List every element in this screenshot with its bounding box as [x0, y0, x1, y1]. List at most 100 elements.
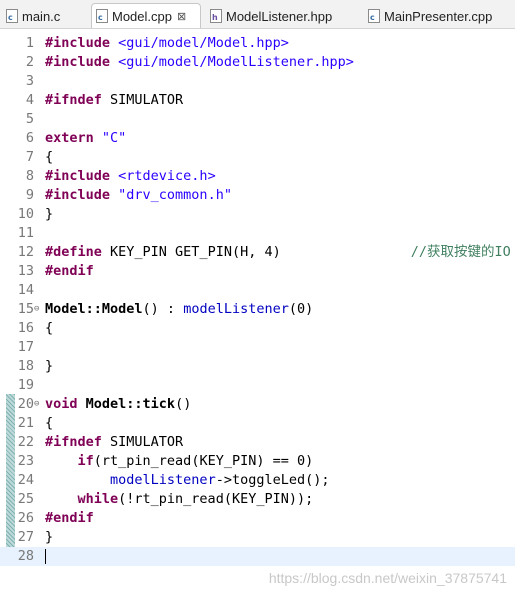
line-number: 10: [17, 206, 34, 222]
code-line: 7{: [0, 148, 515, 167]
line-number: 2: [25, 54, 34, 70]
token: ->toggleLed();: [215, 472, 330, 488]
token: #define: [45, 244, 102, 260]
line-number: 18: [17, 358, 34, 374]
code-line: 21 {: [0, 414, 515, 433]
line-number: 16: [17, 320, 34, 336]
line-number: 4: [25, 92, 34, 108]
code-line: 4 #ifndef SIMULATOR: [0, 91, 515, 110]
h-file-icon: h: [210, 9, 222, 23]
token: (): [175, 396, 192, 412]
code-line: 2 #include <gui/model/ModelListener.hpp>: [0, 53, 515, 72]
token: (!rt_pin_read(KEY_PIN));: [118, 491, 314, 507]
code-line: 15 ⊖ Model::Model() : modelListener(0): [0, 300, 515, 319]
token: #ifndef: [45, 92, 102, 108]
line-number: 21: [17, 415, 34, 431]
token: #include: [45, 187, 111, 203]
token: <gui/model/Model.hpp>: [110, 35, 289, 51]
code-line: 11: [0, 224, 515, 243]
token: (0): [288, 301, 314, 317]
token: Model::Model: [45, 301, 143, 317]
token: }: [45, 529, 54, 545]
token: <gui/model/ModelListener.hpp>: [110, 54, 354, 70]
token: () :: [142, 301, 184, 317]
token: <rtdevice.h>: [110, 168, 216, 184]
line-number: 13: [17, 263, 34, 279]
code-line: 10}: [0, 205, 515, 224]
close-tab-icon[interactable]: ⊠: [177, 10, 186, 23]
fold-toggle-icon[interactable]: ⊖: [34, 305, 39, 314]
code-line: 16 {: [0, 319, 515, 338]
token: if: [77, 453, 94, 469]
token: extern: [45, 130, 94, 146]
token: KEY_PIN GET_PIN(H, 4): [101, 244, 411, 260]
svg-text:h: h: [212, 13, 218, 22]
line-number: 26: [17, 510, 34, 526]
editor-tab-bar: c main.c c Model.cpp ⊠ h ModelListener.h…: [0, 0, 515, 29]
c-file-icon: c: [368, 9, 380, 23]
token: #ifndef: [45, 434, 102, 450]
token: modelListener: [183, 301, 289, 317]
code-line: 20 ⊖ void Model::tick(): [0, 395, 515, 414]
token: SIMULATOR: [101, 92, 184, 108]
code-line: 18}: [0, 357, 515, 376]
token: while: [77, 491, 119, 507]
tab-label: MainPresenter.cpp: [384, 8, 493, 24]
svg-text:c: c: [8, 13, 13, 22]
token: {: [45, 415, 54, 431]
text-caret: [45, 549, 46, 564]
line-number: 9: [25, 187, 34, 203]
tab-model-cpp[interactable]: c Model.cpp ⊠: [91, 3, 201, 28]
code-line: 27}: [0, 528, 515, 547]
token: #include: [45, 35, 111, 51]
line-number: 22: [17, 434, 34, 450]
code-line: 23 if(rt_pin_read(KEY_PIN) == 0): [0, 452, 515, 471]
token: }: [45, 206, 54, 222]
tab-label: ModelListener.hpp: [226, 8, 333, 24]
code-editor[interactable]: 1 #include <gui/model/Model.hpp> 2 #includ…: [0, 28, 515, 592]
code-line: 19: [0, 376, 515, 395]
line-number: 6: [25, 130, 34, 146]
svg-text:c: c: [98, 13, 103, 22]
tab-label: Model.cpp: [112, 8, 172, 24]
code-line: 1 #include <gui/model/Model.hpp>: [0, 34, 515, 53]
code-line: 14: [0, 281, 515, 300]
line-number: 17: [17, 339, 34, 355]
line-number: 23: [17, 453, 34, 469]
token: }: [45, 358, 54, 374]
comment: //获取按键的IO: [410, 244, 511, 260]
svg-text:c: c: [370, 13, 375, 22]
code-line: 22 #ifndef SIMULATOR: [0, 433, 515, 452]
tab-mainpresenter-cpp[interactable]: c MainPresenter.cpp: [368, 5, 492, 27]
line-number: 3: [25, 73, 34, 89]
code-line: 26 #endif: [0, 509, 515, 528]
token: #endif: [45, 263, 94, 279]
line-number: 11: [17, 225, 34, 241]
watermark: https://blog.csdn.net/weixin_37875741: [268, 570, 507, 586]
token: "C": [93, 130, 127, 146]
code-line: 9 #include "drv_common.h": [0, 186, 515, 205]
line-number: 1: [25, 35, 34, 51]
line-number: 5: [25, 111, 34, 127]
tab-main-c[interactable]: c main.c: [6, 5, 60, 27]
code-line: 5: [0, 110, 515, 129]
line-number: 19: [17, 377, 34, 393]
line-number: 12: [17, 244, 34, 260]
fold-toggle-icon[interactable]: ⊖: [34, 400, 39, 409]
line-number: 27: [17, 529, 34, 545]
token: void: [45, 396, 78, 412]
token: {: [45, 320, 54, 336]
code-line: 8 #include <rtdevice.h>: [0, 167, 515, 186]
c-file-icon: c: [6, 9, 18, 23]
code-line: 12 #define KEY_PIN GET_PIN(H, 4) //获取按键的I…: [0, 243, 515, 262]
c-file-icon: c: [96, 9, 108, 23]
current-line[interactable]: 28: [0, 547, 515, 566]
tab-label: main.c: [22, 8, 61, 24]
tab-modellistener-hpp[interactable]: h ModelListener.hpp: [210, 5, 332, 27]
token: (rt_pin_read(KEY_PIN) == 0): [93, 453, 314, 469]
code-line: 24 modelListener->toggleLed();: [0, 471, 515, 490]
code-line: 25 while(!rt_pin_read(KEY_PIN));: [0, 490, 515, 509]
